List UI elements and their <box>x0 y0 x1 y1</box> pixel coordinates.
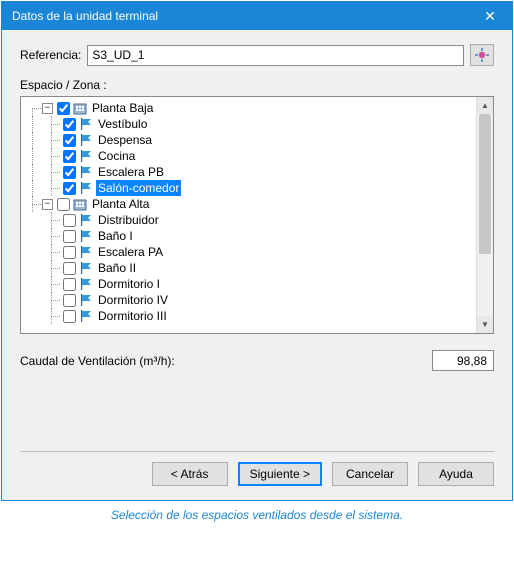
group-label[interactable]: Planta Baja <box>90 100 155 116</box>
dialog-content: Referencia: Espacio / Zona : − Planta Baj… <box>2 30 512 500</box>
tree-item-row[interactable]: Escalera PB <box>23 164 491 180</box>
tree-item-row[interactable]: Dormitorio IV <box>23 292 491 308</box>
back-button[interactable]: < Atrás <box>152 462 228 486</box>
zone-section-label: Espacio / Zona : <box>20 78 494 92</box>
ventilation-input[interactable] <box>432 350 494 371</box>
flag-icon <box>78 309 94 323</box>
item-checkbox[interactable] <box>63 278 76 291</box>
item-label[interactable]: Dormitorio III <box>96 308 169 324</box>
flag-icon <box>78 293 94 307</box>
item-checkbox[interactable] <box>63 134 76 147</box>
item-checkbox[interactable] <box>63 118 76 131</box>
tree-item-row[interactable]: Distribuidor <box>23 212 491 228</box>
scroll-up-button[interactable]: ▲ <box>477 97 493 114</box>
titlebar: Datos de la unidad terminal ✕ <box>2 2 512 30</box>
reference-action-button[interactable] <box>470 44 494 66</box>
flag-icon <box>78 149 94 163</box>
target-icon <box>474 47 490 63</box>
flag-icon <box>78 165 94 179</box>
item-label[interactable]: Dormitorio I <box>96 276 162 292</box>
item-checkbox[interactable] <box>63 150 76 163</box>
group-checkbox[interactable] <box>57 102 70 115</box>
flag-icon <box>78 133 94 147</box>
flag-icon <box>78 213 94 227</box>
building-icon <box>72 197 88 211</box>
reference-input[interactable] <box>87 45 464 66</box>
item-checkbox[interactable] <box>63 310 76 323</box>
item-checkbox[interactable] <box>63 214 76 227</box>
flag-icon <box>78 245 94 259</box>
ventilation-label: Caudal de Ventilación (m³/h): <box>20 354 432 368</box>
group-checkbox[interactable] <box>57 198 70 211</box>
flag-icon <box>78 181 94 195</box>
expander-icon[interactable]: − <box>42 199 53 210</box>
item-label[interactable]: Vestíbulo <box>96 116 149 132</box>
flag-icon <box>78 229 94 243</box>
item-label[interactable]: Salón-comedor <box>96 180 181 196</box>
item-label[interactable]: Escalera PA <box>96 244 165 260</box>
item-checkbox[interactable] <box>63 294 76 307</box>
chevron-up-icon: ▲ <box>481 101 489 110</box>
close-button[interactable]: ✕ <box>468 2 512 30</box>
tree-item-row[interactable]: Salón-comedor <box>23 180 491 196</box>
tree-item-row[interactable]: Cocina <box>23 148 491 164</box>
next-button[interactable]: Siguiente > <box>238 462 322 486</box>
item-checkbox[interactable] <box>63 246 76 259</box>
tree-item-row[interactable]: Vestíbulo <box>23 116 491 132</box>
ventilation-row: Caudal de Ventilación (m³/h): <box>20 350 494 371</box>
divider <box>20 451 494 452</box>
item-label[interactable]: Despensa <box>96 132 154 148</box>
tree-item-row[interactable]: Dormitorio III <box>23 308 491 324</box>
reference-row: Referencia: <box>20 44 494 66</box>
tree-item-row[interactable]: Baño I <box>23 228 491 244</box>
item-label[interactable]: Baño II <box>96 260 138 276</box>
flag-icon <box>78 117 94 131</box>
figure-caption: Selección de los espacios ventilados des… <box>0 502 514 526</box>
tree-body: −Planta BajaVestíbuloDespensaCocinaEscal… <box>21 97 493 327</box>
flag-icon <box>78 261 94 275</box>
chevron-down-icon: ▼ <box>481 320 489 329</box>
item-checkbox[interactable] <box>63 166 76 179</box>
scroll-down-button[interactable]: ▼ <box>477 316 493 333</box>
tree-scrollbar[interactable]: ▲ ▼ <box>476 97 493 333</box>
titlebar-title: Datos de la unidad terminal <box>12 9 468 23</box>
tree-group-row[interactable]: − Planta Alta <box>23 196 491 212</box>
building-icon <box>72 101 88 115</box>
item-label[interactable]: Baño I <box>96 228 135 244</box>
item-label[interactable]: Escalera PB <box>96 164 166 180</box>
item-label[interactable]: Cocina <box>96 148 137 164</box>
help-button[interactable]: Ayuda <box>418 462 494 486</box>
tree-item-row[interactable]: Baño II <box>23 260 491 276</box>
tree-group-row[interactable]: − Planta Baja <box>23 100 491 116</box>
item-label[interactable]: Distribuidor <box>96 212 161 228</box>
scroll-track[interactable] <box>477 114 493 316</box>
item-checkbox[interactable] <box>63 262 76 275</box>
tree-item-row[interactable]: Escalera PA <box>23 244 491 260</box>
cancel-button[interactable]: Cancelar <box>332 462 408 486</box>
item-label[interactable]: Dormitorio IV <box>96 292 170 308</box>
scroll-thumb[interactable] <box>479 114 491 254</box>
item-checkbox[interactable] <box>63 230 76 243</box>
tree-item-row[interactable]: Despensa <box>23 132 491 148</box>
close-icon: ✕ <box>484 8 496 25</box>
tree-item-row[interactable]: Dormitorio I <box>23 276 491 292</box>
flag-icon <box>78 277 94 291</box>
zone-tree: −Planta BajaVestíbuloDespensaCocinaEscal… <box>20 96 494 334</box>
item-checkbox[interactable] <box>63 182 76 195</box>
expander-icon[interactable]: − <box>42 103 53 114</box>
button-row: < Atrás Siguiente > Cancelar Ayuda <box>20 462 494 490</box>
reference-label: Referencia: <box>20 48 81 62</box>
group-label[interactable]: Planta Alta <box>90 196 151 212</box>
dialog-window: Datos de la unidad terminal ✕ Referencia… <box>1 1 513 501</box>
